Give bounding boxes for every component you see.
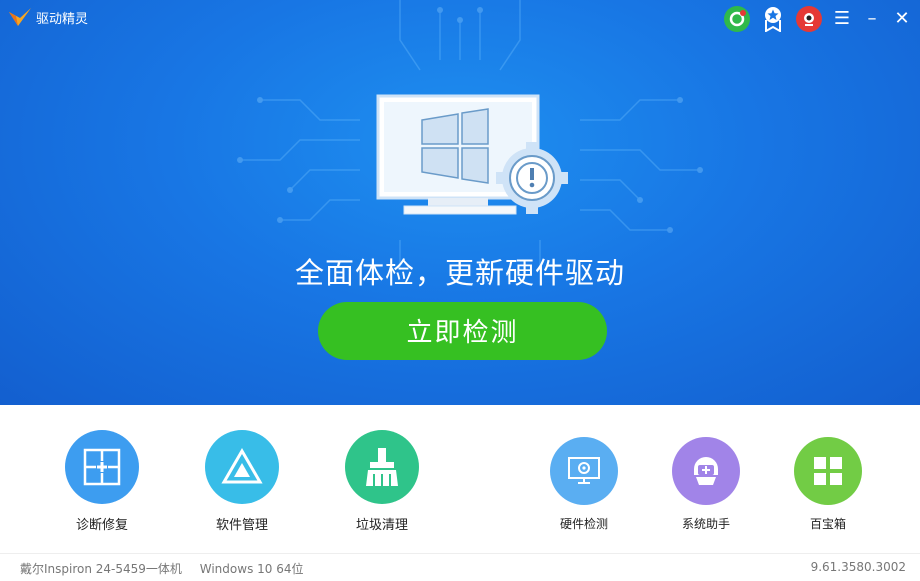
- software-manage-icon: [205, 430, 279, 504]
- menu-button[interactable]: ☰: [832, 9, 852, 29]
- monitor-windows-gear-icon: [376, 94, 568, 215]
- broom-icon: [345, 430, 419, 504]
- app-logo: 驱动精灵: [8, 6, 88, 28]
- app-title: 驱动精灵: [36, 11, 89, 27]
- os-version: Windows 10 64位: [199, 562, 304, 576]
- system-info: 戴尔Inspiron 24-5459一体机 Windows 10 64位: [20, 560, 304, 577]
- 360-guard-icon[interactable]: [724, 6, 750, 32]
- tool-label: 垃圾清理: [355, 518, 408, 533]
- device-model: 戴尔Inspiron 24-5459一体机: [20, 562, 182, 576]
- tool-label: 软件管理: [215, 518, 268, 533]
- hardware-detect-icon: [550, 437, 618, 505]
- star-medal-icon[interactable]: [760, 6, 786, 32]
- tool-label: 系统助手: [681, 517, 730, 531]
- tool-diagnose-repair[interactable]: 诊断修复: [62, 430, 142, 533]
- bird-logo-icon: [9, 8, 31, 26]
- tool-system-assistant[interactable]: 系统助手: [670, 437, 742, 532]
- scan-now-button[interactable]: 立即检测: [318, 302, 607, 360]
- diagnose-repair-icon: [65, 430, 139, 504]
- tool-software-manage[interactable]: 软件管理: [202, 430, 282, 533]
- app-version: 9.61.3580.3002: [810, 560, 906, 574]
- close-button[interactable]: ✕: [892, 9, 912, 29]
- window-controls: ☰ – ✕: [724, 6, 912, 32]
- toolbox-icon: [794, 437, 862, 505]
- hero-panel: 驱动精灵 ☰ – ✕ 全面体检，更新硬件驱动 立即检测: [0, 0, 920, 405]
- status-bar: 戴尔Inspiron 24-5459一体机 Windows 10 64位 9.6…: [0, 553, 920, 581]
- tool-label: 百宝箱: [809, 517, 846, 531]
- tool-hardware-detect[interactable]: 硬件检测: [548, 437, 620, 532]
- tool-label: 诊断修复: [75, 518, 128, 533]
- tool-label: 硬件检测: [559, 517, 608, 531]
- monster-mascot-icon[interactable]: [796, 6, 822, 32]
- tool-toolbox[interactable]: 百宝箱: [792, 437, 864, 532]
- tool-garbage-clean[interactable]: 垃圾清理: [342, 430, 422, 533]
- system-assistant-icon: [672, 437, 740, 505]
- slogan: 全面体检，更新硬件驱动: [294, 256, 625, 290]
- tool-shortcuts: 诊断修复 软件管理 垃圾清理 硬件检测 系统助手 百宝箱: [0, 405, 920, 550]
- minimize-button[interactable]: –: [862, 9, 882, 29]
